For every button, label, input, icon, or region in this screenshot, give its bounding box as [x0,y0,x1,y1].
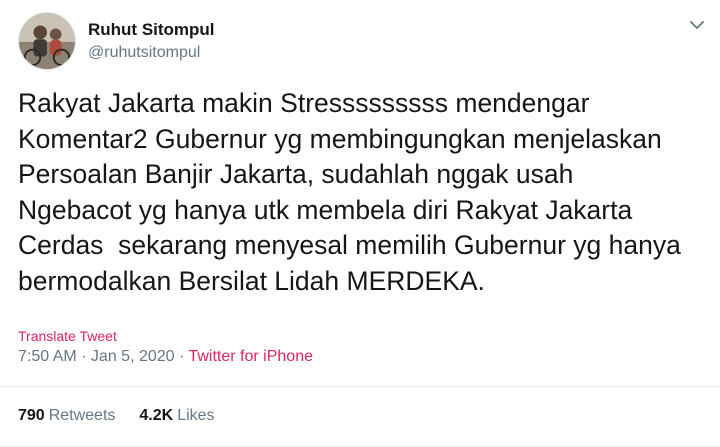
tweet-text: Rakyat Jakarta makin Stresssssssss mende… [18,88,681,296]
avatar[interactable] [18,12,76,70]
likes-label: Likes [177,407,215,424]
user-handle[interactable]: @ruhutsitompul [88,43,215,63]
tweet-stats: 790 Retweets 4.2K Likes [18,406,239,426]
likes-stat[interactable]: 4.2K Likes [139,406,214,426]
retweets-label: Retweets [48,407,116,424]
meta-separator: · [76,348,91,365]
translate-tweet-link[interactable]: Translate Tweet [18,328,117,344]
tweet-date[interactable]: Jan 5, 2020 [91,348,175,365]
avatar-photo [19,13,75,69]
display-name[interactable]: Ruhut Sitompul [88,20,215,40]
retweets-stat[interactable]: 790 Retweets [18,406,115,426]
meta-separator: · [174,348,189,365]
divider [0,386,720,387]
likes-count: 4.2K [139,407,174,424]
tweet-source-link[interactable]: Twitter for iPhone [188,348,313,365]
tweet-time[interactable]: 7:50 AM [18,348,77,365]
tweet-menu-button[interactable] [686,16,708,34]
user-names: Ruhut Sitompul @ruhutsitompul [88,20,215,63]
tweet-meta: 7:50 AM · Jan 5, 2020 · Twitter for iPho… [18,347,313,367]
chevron-down-icon [690,20,704,29]
tweet-header: Ruhut Sitompul @ruhutsitompul [18,12,708,70]
retweets-count: 790 [18,407,45,424]
